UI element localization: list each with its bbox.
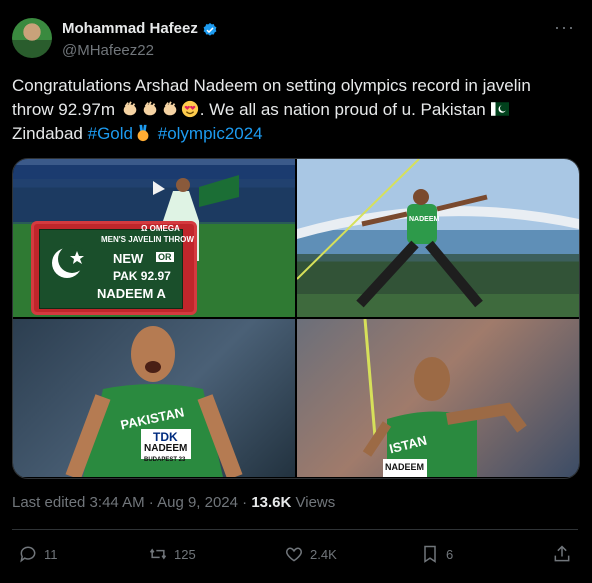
like-icon (286, 547, 302, 562)
like-count: 2.4K (310, 546, 337, 562)
tweet-text: Congratulations Arshad Nadeem on setting… (12, 74, 572, 146)
board-or: OR (156, 252, 174, 262)
tweet-meta: Last edited 3:44 AM · Aug 9, 2024 · 13.6… (12, 494, 335, 511)
like-button[interactable]: 2.4K (284, 539, 337, 569)
repost-count: 125 (174, 546, 196, 562)
reply-icon (20, 546, 36, 563)
author-name[interactable]: Mohammad Hafeez (62, 20, 198, 37)
share-icon (554, 545, 570, 562)
tweet-text-part2: . We all as nation proud of u. Pakistan (199, 100, 491, 119)
heart-eyes-emoji (181, 100, 198, 118)
reply-button[interactable]: 11 (18, 539, 58, 569)
photo-scoreboard[interactable]: Ω OMEGA MEN'S JAVELIN THROW NEW OR PAK 9… (13, 159, 295, 317)
bookmark-icon (424, 545, 436, 563)
action-bar: 11 125 2.4K 6 (12, 539, 578, 569)
photo-celebration[interactable]: PAKISTAN TDK NADEEM BUDAPEST 23 (13, 319, 295, 477)
throw-scene: NADEEM (297, 159, 579, 308)
bookmark-count: 6 (446, 546, 454, 562)
board-title: MEN'S JAVELIN THROW (101, 235, 194, 244)
photo-javelin-release[interactable]: ISTAN NADEEM (297, 319, 579, 477)
more-icon[interactable]: ··· (554, 17, 575, 38)
avatar[interactable] (12, 18, 52, 58)
jersey-sponsor: TDK (153, 430, 178, 444)
jersey-event: BUDAPEST 23 (144, 457, 186, 463)
divider (12, 529, 578, 530)
bookmark-button[interactable]: 6 (420, 539, 453, 569)
verified-badge-icon (203, 23, 217, 36)
clap-emoji (163, 101, 177, 116)
board-new: NEW (113, 251, 144, 266)
clap-emoji (143, 101, 157, 116)
svg-text:NADEEM: NADEEM (409, 216, 440, 223)
board-result: PAK 92.97 (113, 269, 171, 283)
repost-icon (149, 548, 167, 560)
photo-javelin-throw[interactable]: NADEEM (297, 159, 579, 317)
tweet-text-part3: Zindabad (12, 124, 88, 143)
jersey-name: NADEEM (144, 443, 188, 454)
views-label: Views (291, 494, 336, 511)
board-athlete-name: NADEEM A (97, 286, 166, 301)
board-brand: Ω OMEGA (141, 224, 180, 233)
author-handle[interactable]: @MHafeez22 (62, 42, 154, 59)
hashtag-gold-link[interactable]: #Gold (88, 124, 133, 143)
reply-count: 11 (44, 546, 58, 562)
clap-emoji (123, 101, 137, 116)
media-grid: Ω OMEGA MEN'S JAVELIN THROW NEW OR PAK 9… (12, 158, 580, 479)
share-button[interactable] (552, 539, 578, 569)
pakistan-flag-emoji (491, 102, 510, 116)
edited-timestamp[interactable]: Last edited 3:44 AM · Aug 9, 2024 · (12, 494, 251, 511)
jersey-name-partial: NADEEM (385, 462, 425, 472)
views-count: 13.6K (251, 494, 292, 511)
release-scene (362, 319, 527, 477)
crescent-star-icon (52, 245, 86, 278)
repost-button[interactable]: 125 (148, 539, 196, 569)
medal-emoji (137, 124, 149, 142)
hashtag-olympic-link[interactable]: #olympic2024 (158, 124, 263, 143)
